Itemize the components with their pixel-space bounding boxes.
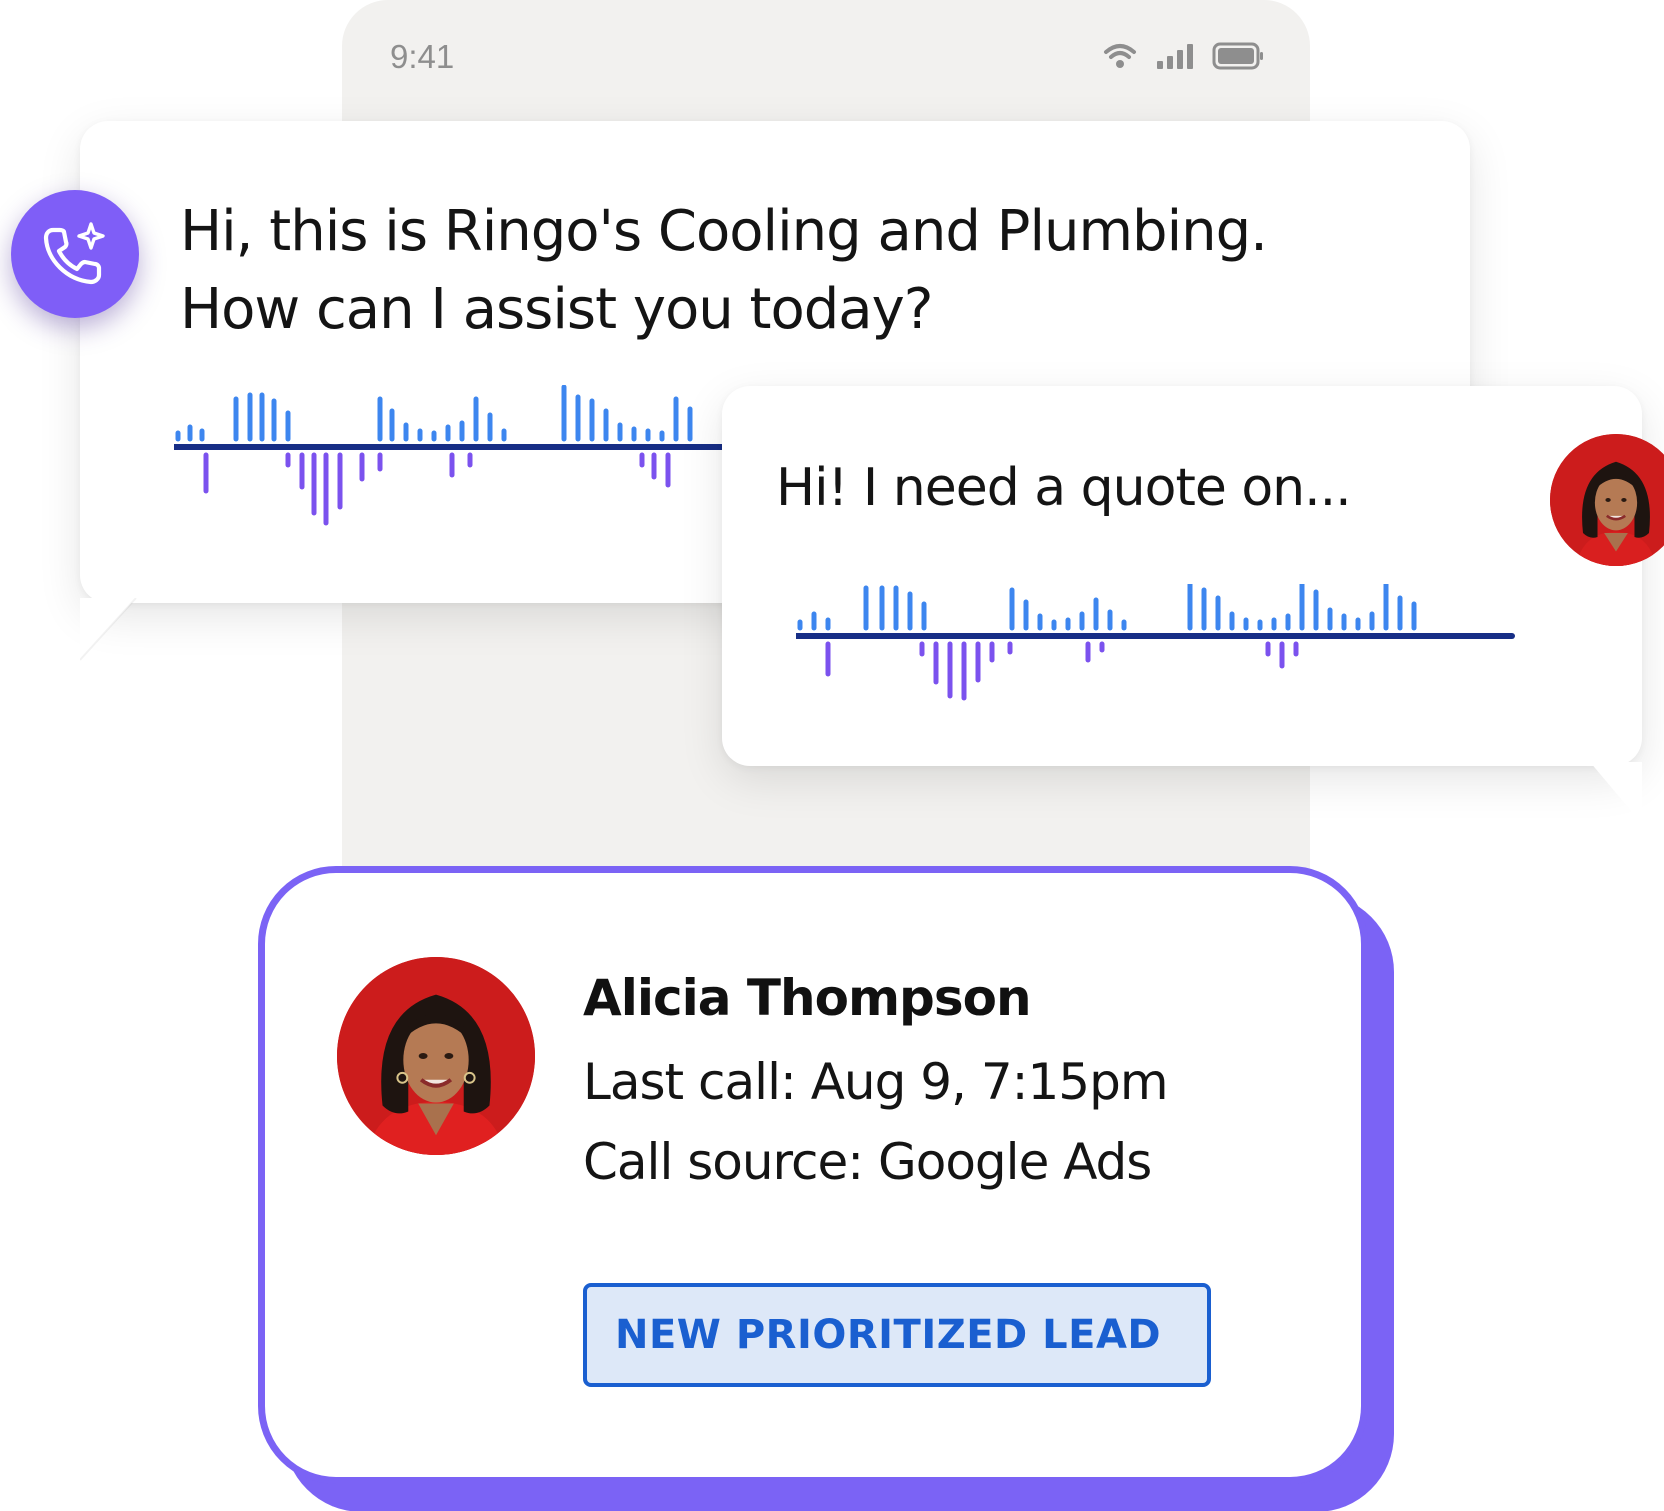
lead-last-call: Last call: Aug 9, 7:15pm [583,1053,1169,1111]
battery-icon [1212,42,1263,70]
phone-sparkle-icon [43,222,105,285]
caller-bubble-tail [1590,762,1642,824]
agent-audio-waveform [174,385,807,526]
wifi-icon [1104,44,1136,68]
ai-phone-icon [11,190,139,318]
person-portrait [337,957,535,1155]
lead-status-badge: NEW PRIORITIZED LEAD [583,1283,1211,1387]
status-time: 9:41 [390,38,455,75]
status-icons [1102,42,1264,70]
caller-message-bubble: Hi! I need a quote on... [722,386,1642,766]
lead-call-source: Call source: Google Ads [583,1133,1152,1191]
lead-name: Alicia Thompson [583,969,1032,1027]
signal-icon [1157,44,1193,69]
lead-card[interactable]: Alicia Thompson Last call: Aug 9, 7:15pm… [258,866,1368,1484]
lead-avatar [337,957,535,1155]
caller-audio-waveform [796,584,1515,701]
caller-message-text: Hi! I need a quote on... [776,458,1352,518]
agent-bubble-tail [80,598,137,661]
agent-message-text: Hi, this is Ringo's Cooling and Plumbing… [180,199,1268,342]
